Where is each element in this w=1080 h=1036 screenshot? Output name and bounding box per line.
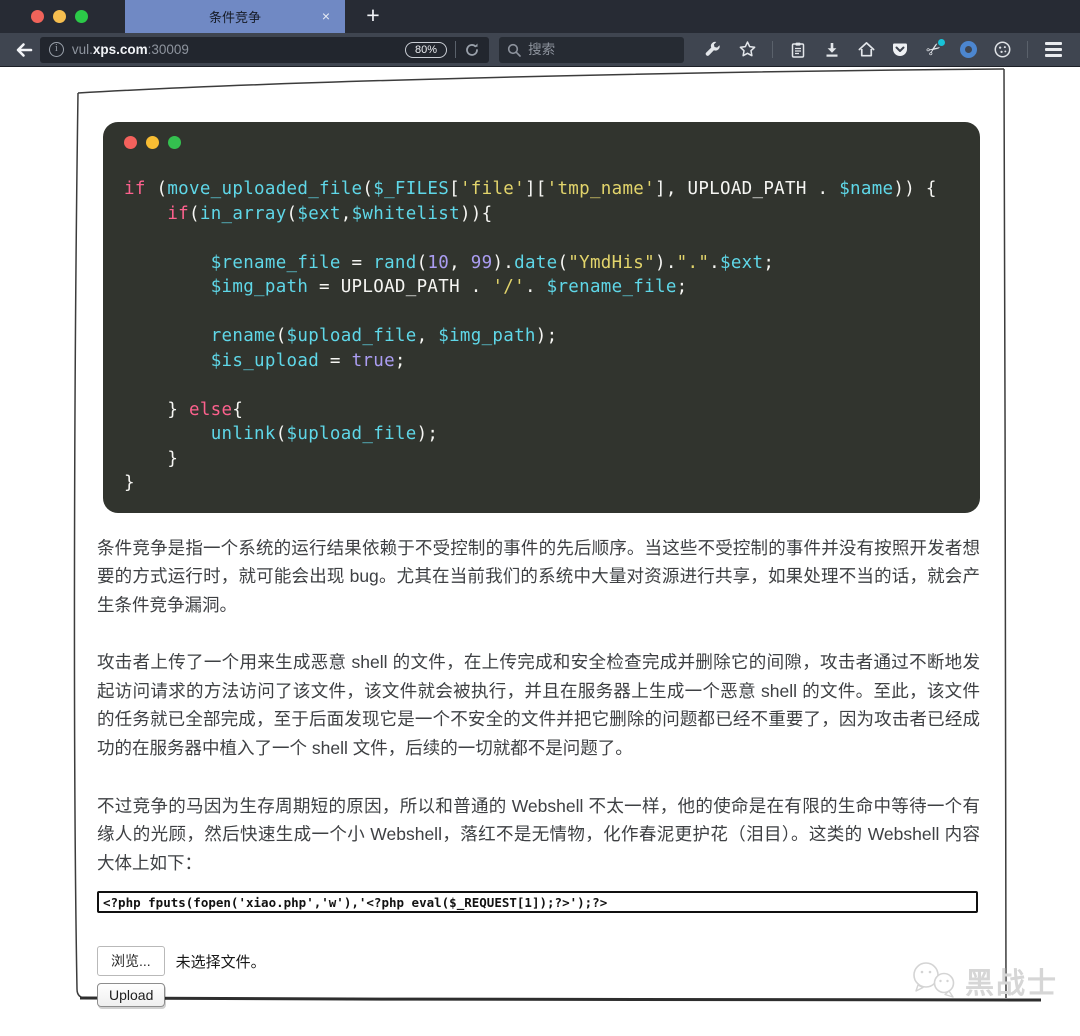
star-icon (739, 41, 755, 57)
wechat-icon (913, 962, 955, 998)
tab-close-icon[interactable]: × (317, 7, 335, 25)
code-red-dot-icon (124, 136, 137, 149)
url-divider (455, 41, 457, 58)
browser-toolbar: i vul.xps.com:30009 80% 搜索 ✂ (0, 33, 1080, 67)
zoom-level-badge[interactable]: 80% (405, 41, 448, 58)
code-yellow-dot-icon (146, 136, 159, 149)
browse-button[interactable]: 浏览... (97, 946, 165, 977)
clipper-badge (938, 38, 945, 46)
window-minimize-icon[interactable] (53, 10, 66, 23)
paragraph-webshell-intro: 不过竞争的马因为生存周期短的原因，所以和普通的 Webshell 不太一样，他的… (97, 795, 980, 873)
toolbar-divider (772, 41, 773, 58)
ring-icon (959, 41, 977, 58)
cookie-extension-button[interactable] (985, 36, 1019, 64)
ring-extension-button[interactable] (951, 36, 985, 64)
file-picker-row: 浏览... 未选择文件。 (97, 946, 980, 977)
toolbar-divider-2 (1027, 41, 1028, 58)
toolbar-icons: ✂ (696, 36, 1070, 64)
code-snippet: if (move_uploaded_file($_FILES['file']['… (103, 122, 980, 513)
menu-icon (1044, 42, 1062, 57)
upload-button[interactable]: Upload (97, 983, 166, 1008)
developer-tools-button[interactable] (696, 36, 730, 64)
search-box[interactable] (499, 36, 684, 63)
window-traffic-lights (31, 10, 88, 23)
watermark: 黑战士 (909, 960, 1058, 1002)
window-close-icon[interactable] (31, 10, 44, 23)
home-button[interactable] (849, 36, 883, 64)
url-text: vul.xps.com:30009 (71, 42, 189, 57)
cookie-icon (994, 41, 1010, 58)
window-titlebar: 条件竞争 × + (0, 0, 1080, 33)
webshell-code-input[interactable] (97, 891, 978, 914)
notes-button[interactable] (781, 36, 815, 64)
reload-icon[interactable] (464, 42, 480, 58)
paragraph-race-condition: 条件竞争是指一个系统的运行结果依赖于不受控制的事件的先后顺序。当这些不受控制的事… (97, 537, 980, 615)
window-zoom-icon[interactable] (75, 10, 88, 23)
no-file-label: 未选择文件。 (175, 953, 266, 971)
download-icon (826, 42, 838, 57)
browser-tab[interactable]: 条件竞争 × (125, 0, 345, 33)
paragraph-attack-flow: 攻击者上传了一个用来生成恶意 shell 的文件，在上传完成和安全检查完成并删除… (97, 652, 980, 759)
php-code: if (move_uploaded_file($_FILES['file']['… (124, 179, 937, 493)
bookmark-button[interactable] (730, 36, 764, 64)
search-icon (507, 43, 521, 57)
back-button[interactable] (10, 36, 38, 64)
pocket-button[interactable] (883, 36, 917, 64)
back-icon (16, 42, 33, 57)
url-bar[interactable]: i vul.xps.com:30009 80% (39, 36, 490, 63)
wrench-icon (705, 41, 720, 56)
new-tab-button[interactable]: + (358, 2, 388, 29)
article: if (move_uploaded_file($_FILES['file']['… (97, 122, 980, 1008)
tab-title: 条件竞争 (208, 10, 261, 25)
search-input[interactable] (528, 42, 659, 57)
page-content: if (move_uploaded_file($_FILES['file']['… (0, 67, 1080, 1036)
watermark-text: 黑战士 (964, 968, 1058, 1000)
code-window-dots (103, 136, 980, 149)
pocket-icon (893, 43, 907, 56)
clipboard-icon (791, 42, 805, 58)
clipper-extension-button[interactable]: ✂ (917, 36, 951, 64)
code-green-dot-icon (168, 136, 181, 149)
downloads-button[interactable] (815, 36, 849, 64)
site-info-icon[interactable]: i (48, 42, 64, 57)
menu-button[interactable] (1036, 36, 1070, 64)
home-icon (858, 41, 874, 57)
